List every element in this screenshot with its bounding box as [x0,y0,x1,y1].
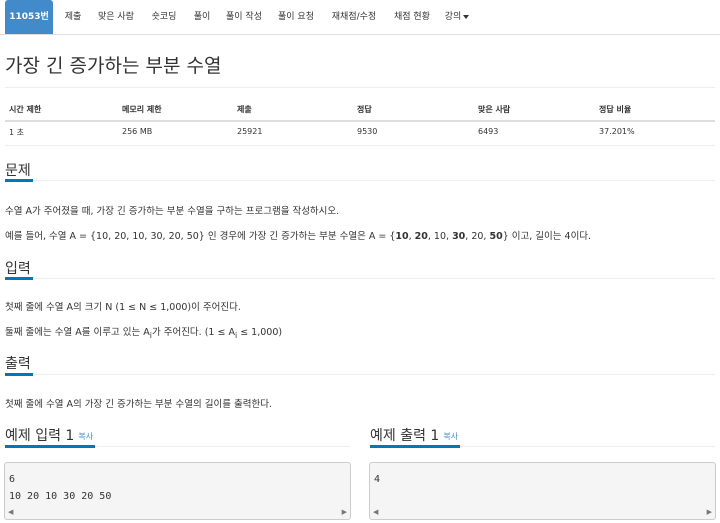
caret-down-icon [463,14,470,19]
section-divider [5,278,715,279]
output-paragraph-1: 첫째 줄에 수열 A의 가장 긴 증가하는 부분 수열의 길이를 출력한다. [5,399,272,410]
sample-input-code: 6 10 20 10 30 20 50 [9,474,112,502]
scroll-left-icon[interactable]: ◀ [8,508,13,516]
value-accepted: 9530 [357,127,378,136]
bold-text: 10 [395,231,409,242]
header-submissions: 제출 [237,105,252,114]
text: , 10, [427,231,453,242]
header-memory-limit: 메모리 제한 [122,105,162,114]
sample-output-title: 예제 출력 1 복사 [370,425,458,445]
value-memory-limit: 256 MB [122,127,153,136]
info-header-divider [5,120,715,122]
value-accepted-users: 6493 [478,127,499,136]
text: , 20, [465,231,490,242]
problem-nav-tabs: 11053번 제출 맞은 사람 숏코딩 풀이 풀이 작성 풀이 요청 재채점/수… [0,0,720,35]
section-underline [370,445,460,448]
title-divider [5,87,715,88]
sample-input-box[interactable]: 6 10 20 10 30 20 50 ◀ ▶ [4,462,351,520]
header-time-limit: 시간 제한 [9,105,42,114]
scroll-right-icon[interactable]: ▶ [707,508,712,516]
section-underline [5,445,95,448]
tab-lecture[interactable]: 강의 [440,0,474,34]
tab-problem[interactable]: 11053번 [5,0,53,34]
header-accept-ratio: 정답 비율 [599,105,632,114]
copy-sample-output-link[interactable]: 복사 [443,432,458,441]
input-paragraph-1: 첫째 줄에 수열 A의 크기 N (1 ≤ N ≤ 1,000)이 주어진다. [5,302,241,313]
section-underline [5,373,33,376]
section-title-input: 입력 [5,261,31,277]
tab-write-solution[interactable]: 풀이 작성 [220,0,268,34]
problem-title: 가장 긴 증가하는 부분 수열 [5,55,222,77]
sample-output-code: 4 [374,474,381,485]
copy-sample-input-link[interactable]: 복사 [78,432,93,441]
text: 둘째 줄에는 수열 A를 이루고 있는 A [5,327,150,338]
text: } 이고, 길이는 4이다. [502,231,592,242]
input-paragraph-2: 둘째 줄에는 수열 A를 이루고 있는 Ai가 주어진다. (1 ≤ Ai ≤ … [5,324,282,340]
section-underline [5,179,33,182]
tab-request-solution[interactable]: 풀이 요청 [272,0,320,34]
text: ≤ 1,000) [237,327,283,338]
tab-lecture-label: 강의 [444,12,462,22]
sample-input-title: 예제 입력 1 복사 [5,425,93,445]
sample-output-box[interactable]: 4 ◀ ▶ [369,462,716,520]
text: 예를 들어, 수열 A = {10, 20, 10, 30, 20, 50} 인… [5,231,396,242]
info-row-divider [5,145,715,146]
tab-accepted-users[interactable]: 맞은 사람 [92,0,140,34]
section-title-output: 출력 [5,356,31,372]
value-time-limit: 1 초 [9,128,24,137]
section-underline [5,277,33,280]
value-submissions: 25921 [237,127,263,136]
tab-short-coding[interactable]: 숏코딩 [144,0,184,34]
sample-input-label: 예제 입력 1 [5,428,75,444]
section-title-description: 문제 [5,163,31,179]
scroll-right-icon[interactable]: ▶ [342,508,347,516]
header-accepted-users: 맞은 사람 [478,105,511,114]
sample-output-label: 예제 출력 1 [370,428,440,444]
bold-text: 20 [414,231,428,242]
tab-solution[interactable]: 풀이 [188,0,216,34]
description-paragraph-2: 예를 들어, 수열 A = {10, 20, 10, 30, 20, 50} 인… [5,228,591,242]
section-divider [5,180,715,181]
description-paragraph-1: 수열 A가 주어졌을 때, 가장 긴 증가하는 부분 수열을 구하는 프로그램을… [5,206,340,217]
value-accept-ratio: 37.201% [599,127,635,136]
scroll-left-icon[interactable]: ◀ [373,508,378,516]
header-accepted: 정답 [357,105,372,114]
bold-text: 30 [452,231,466,242]
tab-status[interactable]: 채점 현황 [388,0,436,34]
text: 가 주어진다. (1 ≤ A [151,327,235,338]
tab-rejudge[interactable]: 재채점/수정 [324,0,384,34]
tab-submit[interactable]: 제출 [58,0,88,34]
bold-text: 50 [489,231,503,242]
section-divider [5,374,715,375]
